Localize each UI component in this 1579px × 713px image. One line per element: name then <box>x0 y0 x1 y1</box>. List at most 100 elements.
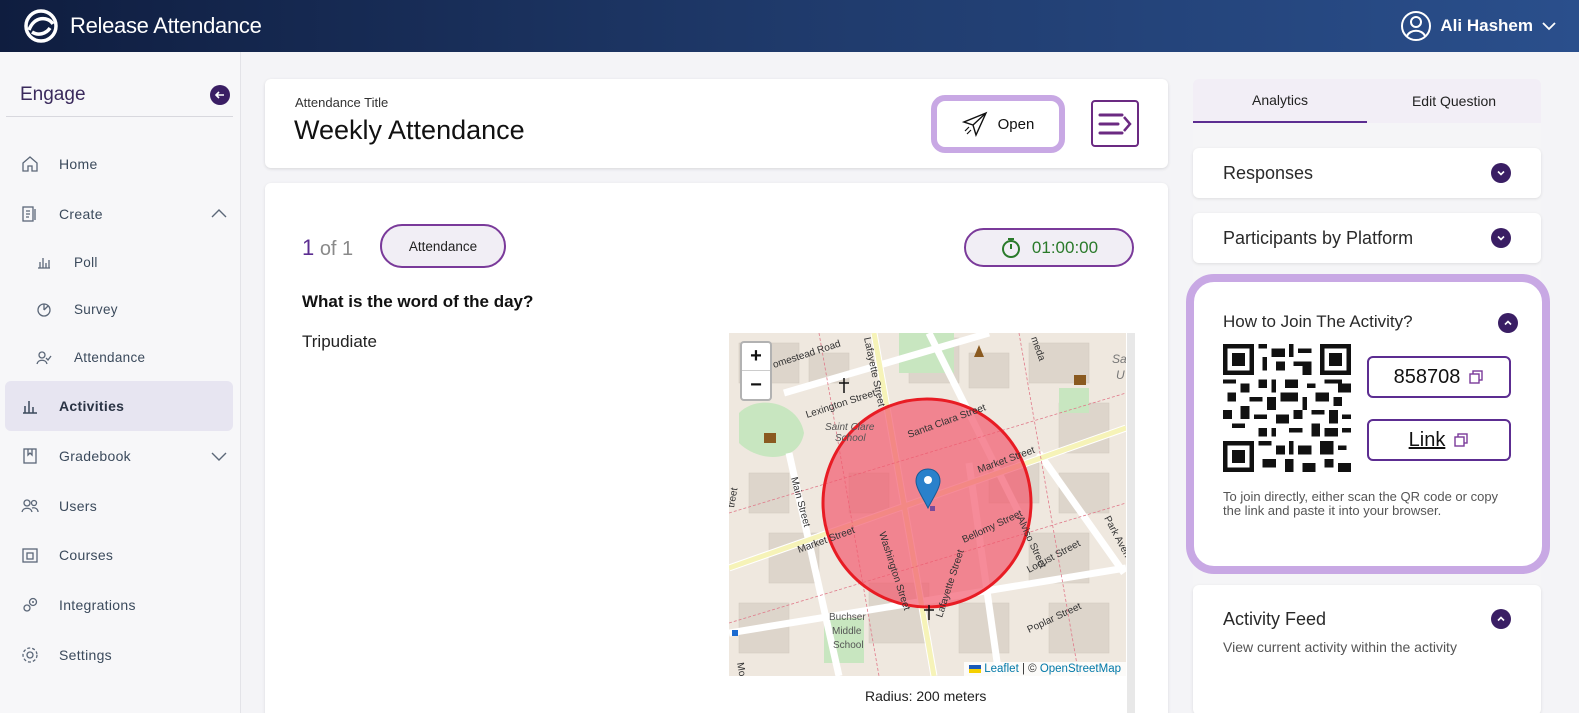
location-map[interactable]: omestead Road Lexington Street Lafayette… <box>729 333 1126 676</box>
sidebar-item-label: Gradebook <box>59 447 131 464</box>
chevron-down-icon <box>1542 22 1556 31</box>
sidebar-item-label: Users <box>59 497 98 514</box>
join-help-text: To join directly, either scan the QR cod… <box>1223 489 1499 518</box>
chevron-down-icon[interactable] <box>1491 163 1511 183</box>
courses-icon <box>22 548 38 563</box>
sidebar-item-label: Create <box>59 205 103 222</box>
sidebar-item-survey[interactable]: Survey <box>0 286 240 334</box>
map-label-school2: School <box>833 640 864 651</box>
sidebar-item-home[interactable]: Home <box>0 139 240 189</box>
sidebar-item-label: Activities <box>59 398 125 415</box>
paper-plane-icon <box>961 111 988 137</box>
ukraine-flag-icon <box>969 664 982 673</box>
sidebar-item-integrations[interactable]: Integrations <box>0 580 240 630</box>
tab-analytics[interactable]: Analytics <box>1193 79 1367 123</box>
timer-badge: 01:00:00 <box>964 228 1134 267</box>
user-menu[interactable]: Ali Hashem <box>1400 10 1557 42</box>
join-link-button[interactable]: Link <box>1367 419 1511 461</box>
sidebar-item-users[interactable]: Users <box>0 481 240 531</box>
sidebar: Engage Home Create Poll Survey Attendanc… <box>0 52 241 713</box>
top-bar: Release Attendance Ali Hashem <box>0 0 1579 52</box>
activity-feed-card: Activity Feed View current activity with… <box>1193 585 1541 713</box>
attendance-icon <box>36 350 52 364</box>
join-activity-card: How to Join The Activity? 858708 Link To… <box>1186 274 1550 574</box>
timer-value: 01:00:00 <box>1031 237 1099 257</box>
sidebar-item-poll[interactable]: Poll <box>0 238 240 286</box>
map-zoom-control: + − <box>740 341 772 401</box>
chevron-down-icon <box>211 452 227 462</box>
chevron-up-icon <box>211 208 227 218</box>
poll-icon <box>38 258 50 269</box>
panel-toggle-button[interactable] <box>1091 100 1139 147</box>
map-label-u: U <box>1116 368 1125 382</box>
activity-feed-subtitle: View current activity within the activit… <box>1223 639 1457 655</box>
question-card: 1 of 1 Attendance 01:00:00 What is the w… <box>265 183 1168 713</box>
map-attribution: Leaflet | © OpenStreetMap <box>964 662 1126 676</box>
join-title: How to Join The Activity? <box>1223 312 1413 331</box>
sidebar-item-label: Attendance <box>74 350 146 366</box>
menu-toggle-icon <box>1098 113 1132 134</box>
user-name: Ali Hashem <box>1440 16 1533 35</box>
sidebar-item-label: Survey <box>74 302 118 318</box>
map-label-middle: Middle <box>832 626 862 637</box>
zoom-in-button[interactable]: + <box>742 343 770 371</box>
sidebar-item-label: Integrations <box>59 597 136 614</box>
sidebar-item-courses[interactable]: Courses <box>0 531 240 581</box>
sidebar-item-attendance[interactable]: Attendance <box>0 334 240 382</box>
responses-accordion[interactable]: Responses <box>1193 148 1541 198</box>
brand[interactable]: Release Attendance <box>20 8 262 44</box>
attendance-title: Weekly Attendance <box>294 115 525 145</box>
sidebar-item-gradebook[interactable]: Gradebook <box>0 431 240 481</box>
sidebar-item-settings[interactable]: Settings <box>0 630 240 680</box>
map-tiles: omestead Road Lexington Street Lafayette… <box>729 333 1126 676</box>
question-index: 1 <box>302 235 315 260</box>
join-link-label: Link <box>1408 428 1446 451</box>
join-code-button[interactable]: 858708 <box>1367 356 1511 398</box>
attendance-title-label: Attendance Title <box>295 95 389 110</box>
tab-edit-question[interactable]: Edit Question <box>1367 79 1541 123</box>
responses-title: Responses <box>1223 163 1314 183</box>
stopwatch-icon <box>1001 237 1020 258</box>
leaflet-link[interactable]: Leaflet <box>984 663 1019 675</box>
question-type-badge: Attendance <box>380 224 506 268</box>
activity-feed-title: Activity Feed <box>1223 609 1327 629</box>
copy-icon <box>1469 370 1484 384</box>
attendance-header-card: Attendance Title Weekly Attendance Open <box>265 79 1168 168</box>
question-text: What is the word of the day? <box>302 292 534 311</box>
zoom-out-button[interactable]: − <box>742 371 770 399</box>
sidebar-item-label: Settings <box>59 646 112 663</box>
question-total: of 1 <box>319 238 354 260</box>
open-button-label: Open <box>997 115 1035 133</box>
join-code: 858708 <box>1393 365 1461 388</box>
sidebar-title: Engage <box>20 84 86 105</box>
question-counter: 1 of 1 <box>302 235 353 261</box>
attribution-separator: | © <box>1018 663 1040 675</box>
user-avatar-icon <box>1401 11 1432 41</box>
sidebar-item-activities[interactable]: Activities <box>5 381 233 432</box>
open-button[interactable]: Open <box>931 95 1065 153</box>
qr-code-icon[interactable] <box>1223 344 1351 472</box>
activities-icon <box>23 401 37 415</box>
release-logo-icon <box>24 9 58 43</box>
sidebar-item-label: Poll <box>74 254 98 270</box>
create-icon <box>22 205 36 222</box>
chevron-up-icon[interactable] <box>1498 313 1518 333</box>
sidebar-item-label: Courses <box>59 547 114 564</box>
copy-icon <box>1454 433 1469 447</box>
chevron-down-icon[interactable] <box>1491 228 1511 248</box>
map-label-mo: Mo <box>734 662 747 676</box>
home-icon <box>22 155 38 172</box>
right-panel-tabs: Analytics Edit Question <box>1193 79 1541 123</box>
chevron-up-icon[interactable] <box>1491 609 1511 629</box>
gradebook-icon <box>23 448 37 464</box>
map-label-saint-clare: Saint Clare <box>825 422 875 433</box>
sidebar-item-create[interactable]: Create <box>0 189 240 239</box>
openstreetmap-link[interactable]: OpenStreetMap <box>1040 663 1121 675</box>
radius-text: Radius: 200 meters <box>865 688 987 704</box>
platform-accordion[interactable]: Participants by Platform <box>1193 213 1541 263</box>
collapse-sidebar-button[interactable] <box>210 85 230 105</box>
sidebar-nav: Home Create Poll Survey Attendance Activ… <box>0 117 240 680</box>
platform-title: Participants by Platform <box>1223 228 1414 248</box>
map-scrollbar[interactable] <box>1127 333 1135 713</box>
users-icon <box>21 499 39 512</box>
